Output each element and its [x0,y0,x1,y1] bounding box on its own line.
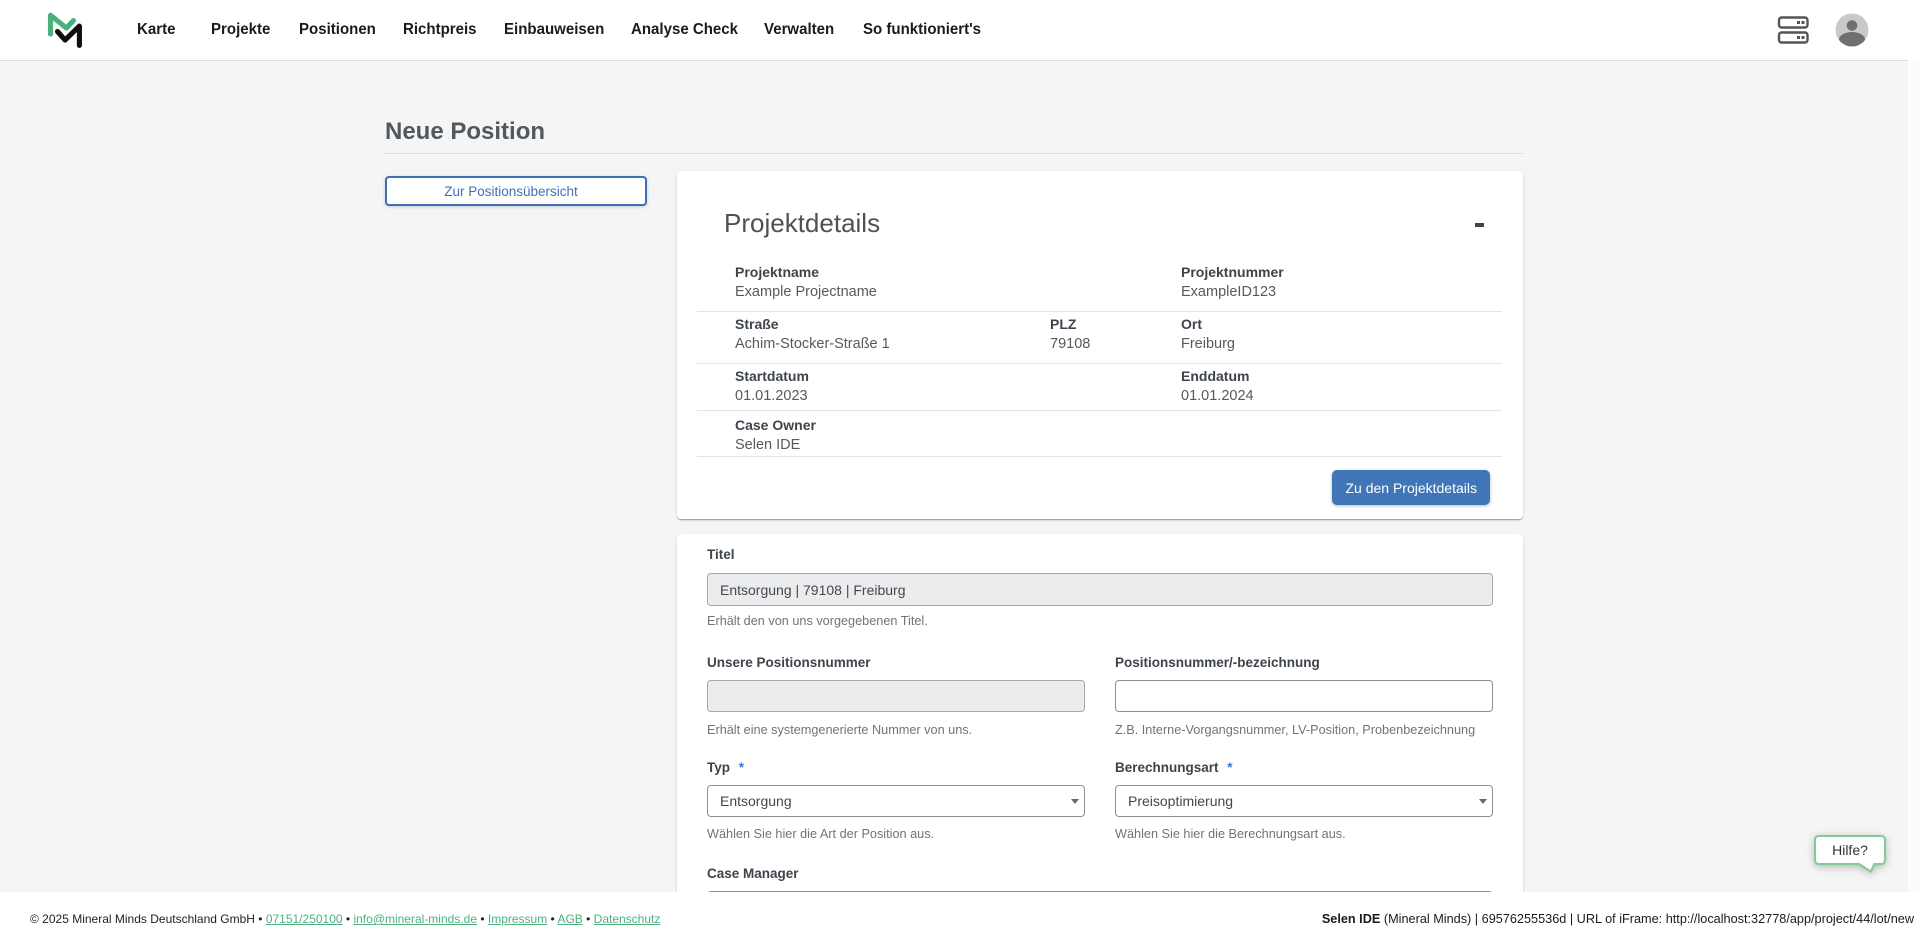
svg-text:Hilfe?: Hilfe? [1832,842,1868,858]
